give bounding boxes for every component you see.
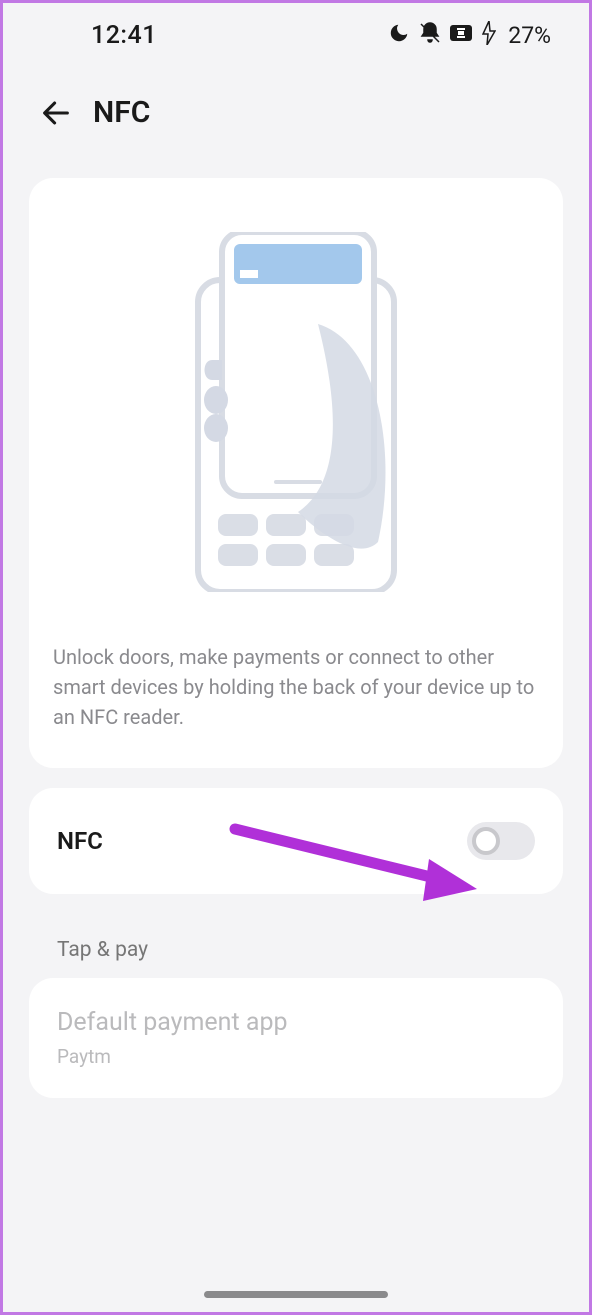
toggle-knob: [472, 827, 500, 855]
nfc-toggle-label: NFC: [57, 827, 103, 855]
page-title: NFC: [93, 95, 150, 130]
nfc-toggle-switch[interactable]: [467, 822, 535, 860]
charging-icon: [482, 21, 496, 49]
tap-pay-header: Tap & pay: [29, 914, 563, 978]
info-card: Unlock doors, make payments or connect t…: [29, 178, 563, 768]
nfc-toggle-row[interactable]: NFC: [29, 788, 563, 894]
bell-off-icon: [418, 21, 442, 49]
status-time: 12:41: [91, 21, 157, 50]
battery-percent: 27%: [508, 22, 551, 49]
moon-icon: [388, 22, 410, 48]
nfc-description: Unlock doors, make payments or connect t…: [53, 642, 539, 732]
default-payment-subtitle: Paytm: [57, 1045, 535, 1068]
battery-saver-icon: [450, 23, 474, 47]
content-area: Unlock doors, make payments or connect t…: [3, 178, 589, 1098]
nfc-illustration: [53, 232, 539, 592]
app-bar: NFC: [3, 53, 589, 150]
default-payment-row[interactable]: Default payment app Paytm: [29, 978, 563, 1098]
status-icons: 27%: [388, 21, 551, 49]
back-arrow-icon[interactable]: [39, 96, 73, 130]
default-payment-title: Default payment app: [57, 1008, 535, 1037]
status-bar: 12:41 27%: [3, 3, 589, 53]
home-indicator[interactable]: [204, 1291, 388, 1298]
